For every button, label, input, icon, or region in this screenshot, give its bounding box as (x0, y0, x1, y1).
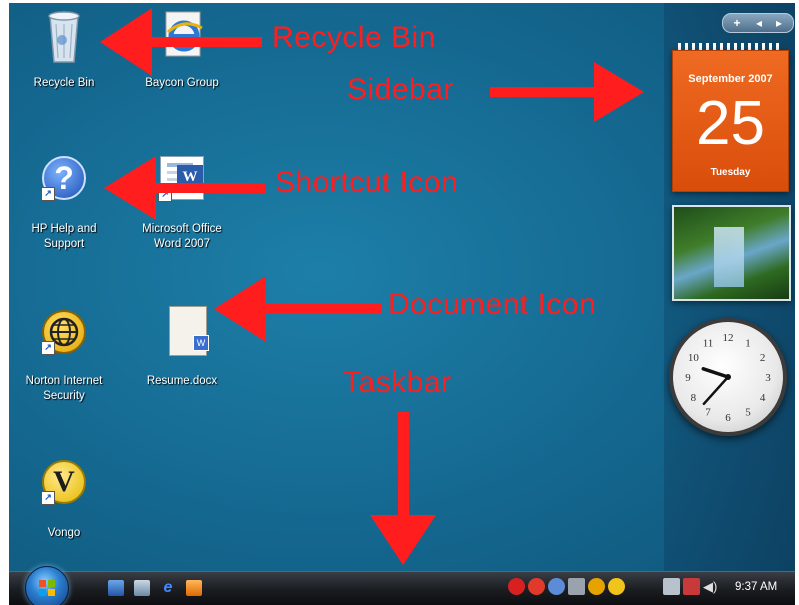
media-player-icon[interactable] (186, 580, 202, 596)
network-icon[interactable] (683, 578, 700, 595)
security-alert-icon[interactable] (528, 578, 545, 595)
arrow-taskbar-head (370, 515, 436, 565)
arrow-recycle-bin (137, 37, 262, 47)
frame-left (0, 0, 9, 605)
arrow-document (253, 304, 382, 314)
internet-explorer-icon[interactable]: e (160, 580, 176, 596)
show-desktop-icon[interactable] (108, 580, 124, 596)
arrow-shortcut (143, 183, 265, 193)
arrow-shortcut-head (104, 156, 156, 220)
arrow-taskbar (398, 412, 409, 520)
device-icon[interactable] (568, 578, 585, 595)
arrow-sidebar-head (594, 62, 644, 122)
arrow-sidebar (490, 87, 610, 97)
frame-right (795, 0, 799, 605)
annotation-arrows (100, 8, 644, 565)
volume-icon[interactable]: ◀) (703, 578, 720, 595)
battery-icon[interactable] (663, 578, 680, 595)
switch-windows-icon[interactable] (134, 580, 150, 596)
network-alert-icon[interactable] (508, 578, 525, 595)
taskbar-clock[interactable]: 9:37 AM (735, 581, 777, 593)
windows-orb-icon (39, 580, 55, 596)
norton-icon[interactable] (588, 578, 605, 595)
desktop[interactable]: Recycle Bin Baycon Group ? ↗ HP Help and… (0, 0, 799, 605)
arrow-document-head (214, 276, 266, 342)
frame-top (0, 0, 799, 3)
bluetooth-icon[interactable] (548, 578, 565, 595)
start-button[interactable] (25, 566, 69, 605)
arrow-recycle-bin-head (100, 8, 152, 76)
vongo-tray-icon[interactable] (608, 578, 625, 595)
